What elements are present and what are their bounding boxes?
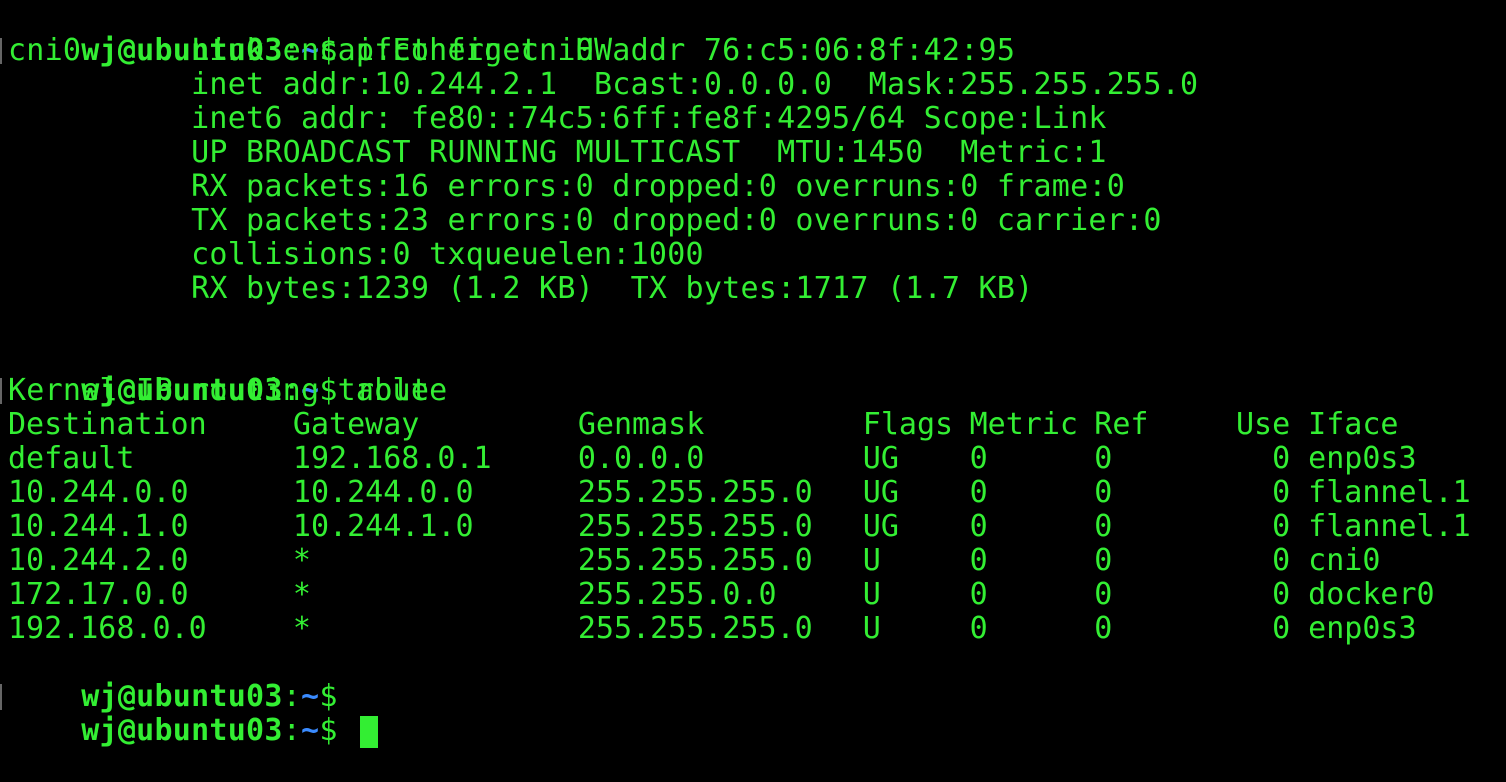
cell-flags: U [862, 611, 881, 646]
cell-use: 0 [1272, 543, 1291, 578]
cell-destination: 10.244.2.0 [8, 543, 189, 578]
route-table-row: 10.244.0.0 10.244.0.0 255.255.255.0 UG 0… [8, 476, 1506, 510]
header-use: Use [1235, 407, 1291, 442]
cell-genmask: 255.255.255.0 [577, 509, 813, 544]
prompt-line: wj@ubuntu03:~$ route [0, 340, 1506, 408]
route-table-row: 172.17.0.0 * 255.255.0.0 U 0 0 0 docker0 [8, 578, 1506, 612]
cell-genmask: 255.255.0.0 [577, 577, 777, 612]
cell-flags: U [862, 577, 881, 612]
cell-use: 0 [1272, 475, 1291, 510]
prompt-user-host: wj@ubuntu03 [81, 713, 283, 748]
cell-genmask: 255.255.255.0 [577, 611, 813, 646]
route-table-row: 10.244.1.0 10.244.1.0 255.255.255.0 UG 0… [8, 510, 1506, 544]
cell-iface: docker0 [1308, 577, 1435, 612]
cell-gateway: * [292, 611, 311, 646]
cell-iface: enp0s3 [1308, 611, 1417, 646]
header-destination: Destination [8, 407, 207, 442]
route-table-row: 10.244.2.0 * 255.255.255.0 U 0 0 0 cni0 [8, 544, 1506, 578]
cell-flags: UG [862, 441, 899, 476]
cell-use: 0 [1272, 509, 1291, 544]
cell-metric: 0 [969, 475, 988, 510]
cell-destination: 192.168.0.0 [8, 611, 207, 646]
route-table-row: 192.168.0.0 * 255.255.255.0 U 0 0 0 enp0… [8, 612, 1506, 646]
cell-metric: 0 [969, 577, 988, 612]
output-line: collisions:0 txqueuelen:1000 [8, 237, 704, 272]
cell-use: 0 [1272, 577, 1291, 612]
line-marker [0, 684, 6, 710]
line-marker [0, 38, 6, 64]
cell-destination: 10.244.0.0 [8, 475, 189, 510]
prompt-user-host: wj@ubuntu03 [81, 679, 283, 714]
route-output: Kernel IP routing table Destination Gate… [8, 374, 1506, 646]
cell-iface: cni0 [1308, 543, 1381, 578]
cell-metric: 0 [969, 441, 988, 476]
cell-destination: 172.17.0.0 [8, 577, 189, 612]
header-ref: Ref [1094, 407, 1149, 442]
cell-iface: enp0s3 [1308, 441, 1417, 476]
cell-ref: 0 [1094, 543, 1113, 578]
cell-flags: UG [862, 509, 899, 544]
prompt-symbol: $ [319, 679, 338, 714]
cell-ref: 0 [1094, 475, 1113, 510]
route-title: Kernel IP routing table [8, 373, 430, 408]
output-line: inet6 addr: fe80::74c5:6ff:fe8f:4295/64 … [8, 101, 1107, 136]
header-metric: Metric [969, 407, 1078, 442]
output-line: UP BROADCAST RUNNING MULTICAST MTU:1450 … [8, 135, 1107, 170]
terminal-window[interactable]: wj@ubuntu03:~$ ifconfig cni0 cni0 Link e… [0, 0, 1506, 748]
cell-metric: 0 [969, 509, 988, 544]
cell-gateway: 10.244.1.0 [292, 509, 474, 544]
cell-use: 0 [1272, 611, 1291, 646]
cell-iface: flannel.1 [1308, 509, 1471, 544]
cell-ref: 0 [1094, 577, 1113, 612]
prompt-line: wj@ubuntu03:~$ ifconfig cni0 [0, 0, 1506, 68]
cell-gateway: 10.244.0.0 [292, 475, 474, 510]
cell-use: 0 [1272, 441, 1291, 476]
output-line: RX bytes:1239 (1.2 KB) TX bytes:1717 (1.… [8, 271, 1034, 306]
header-gateway: Gateway [292, 407, 420, 442]
cell-destination: default [8, 441, 135, 476]
cell-flags: UG [862, 475, 899, 510]
text-cursor[interactable] [359, 715, 378, 748]
ifconfig-output: cni0 Link encap:Ethernet HWaddr 76:c5:06… [8, 34, 1506, 340]
output-line: RX packets:16 errors:0 dropped:0 overrun… [8, 169, 1126, 204]
output-line: inet addr:10.244.2.1 Bcast:0.0.0.0 Mask:… [8, 67, 1199, 102]
cell-genmask: 255.255.255.0 [577, 475, 813, 510]
prompt-symbol: $ [319, 713, 338, 748]
route-table-header: Destination Gateway Genmask Flags Metric… [8, 408, 1506, 442]
prompt-path: ~ [301, 713, 320, 748]
cell-metric: 0 [969, 543, 988, 578]
cell-flags: U [862, 543, 881, 578]
output-line: TX packets:23 errors:0 dropped:0 overrun… [8, 203, 1162, 238]
cell-genmask: 255.255.255.0 [577, 543, 813, 578]
cell-genmask: 0.0.0.0 [577, 441, 705, 476]
route-table-row: default 192.168.0.1 0.0.0.0 UG 0 0 0 enp… [8, 442, 1506, 476]
header-flags: Flags [862, 407, 954, 442]
line-marker [0, 378, 6, 404]
prompt-separator: : [282, 679, 301, 714]
header-iface: Iface [1308, 407, 1399, 442]
cell-iface: flannel.1 [1308, 475, 1471, 510]
cell-ref: 0 [1094, 611, 1113, 646]
cell-ref: 0 [1094, 509, 1113, 544]
cell-metric: 0 [969, 611, 988, 646]
cell-gateway: * [292, 577, 311, 612]
prompt-separator: : [282, 713, 301, 748]
cell-gateway: 192.168.0.1 [292, 441, 492, 476]
header-genmask: Genmask [577, 407, 705, 442]
prompt-path: ~ [301, 679, 320, 714]
cell-ref: 0 [1094, 441, 1113, 476]
cell-gateway: * [292, 543, 311, 578]
prompt-line: wj@ubuntu03:~$ [0, 646, 1506, 714]
cell-destination: 10.244.1.0 [8, 509, 189, 544]
output-line: cni0 Link encap:Ethernet HWaddr 76:c5:06… [8, 33, 1016, 68]
